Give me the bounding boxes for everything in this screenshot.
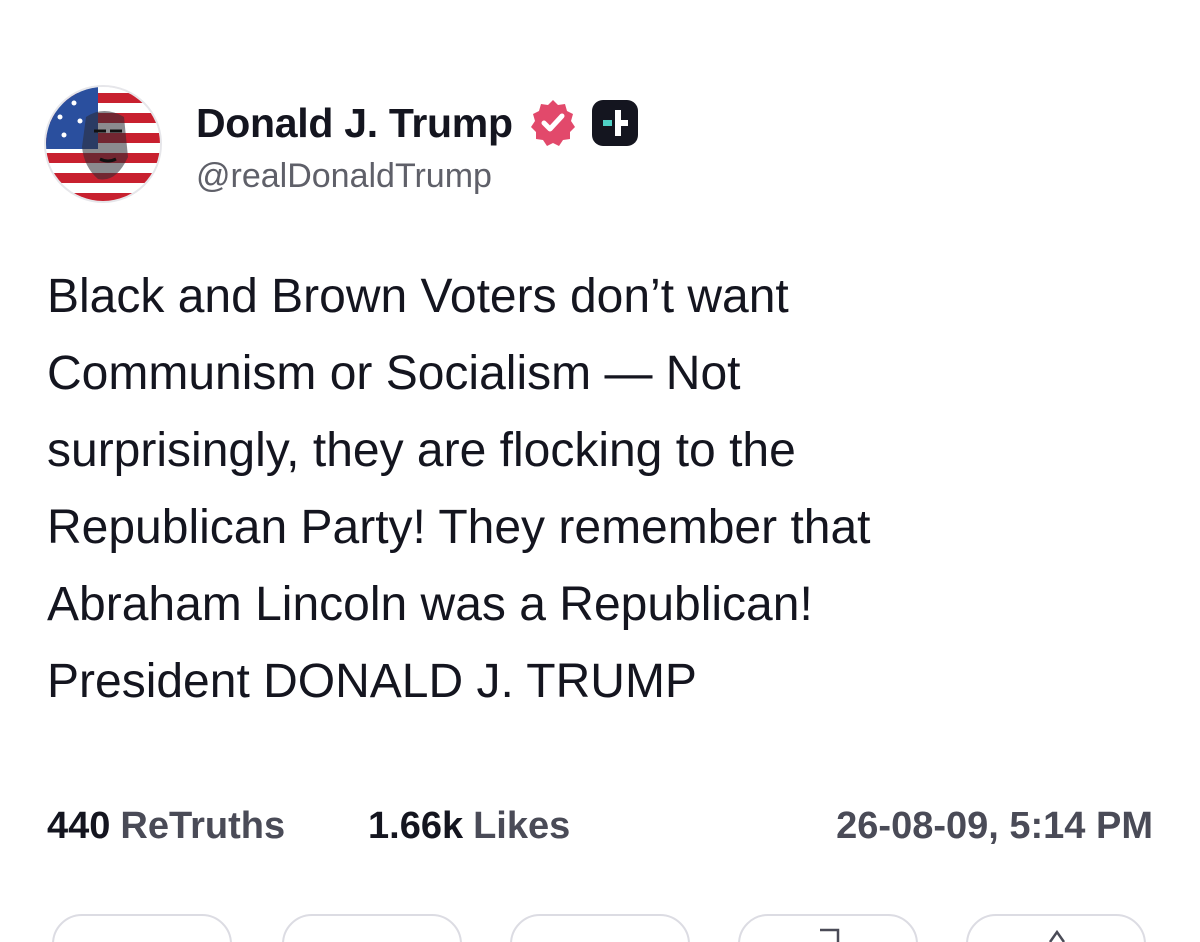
likes-count: 1.66k	[368, 805, 464, 847]
bookmark-button[interactable]	[738, 914, 918, 942]
retruth-icon	[358, 928, 388, 942]
post-timestamp: 26-08-09, 5:14 PM	[836, 805, 1153, 847]
post-stats: 440 ReTruths 1.66k Likes 26-08-09, 5:14 PM	[47, 805, 1153, 857]
likes-label: Likes	[473, 805, 571, 847]
retruths-label: ReTruths	[120, 805, 286, 847]
reply-button[interactable]	[52, 914, 232, 942]
author-name-row: Donald J. Trump	[196, 97, 641, 149]
share-button[interactable]	[966, 914, 1146, 942]
like-button[interactable]	[510, 914, 690, 942]
retruth-button[interactable]	[282, 914, 462, 942]
retruths-count: 440	[47, 805, 111, 847]
author-handle[interactable]: @realDonaldTrump	[196, 157, 492, 196]
flag-portrait-avatar-icon	[46, 87, 160, 201]
post-view: Donald J. Trump @realDonaldTrump Black a…	[0, 0, 1200, 942]
author-display-name[interactable]: Donald J. Trump	[196, 100, 513, 147]
verified-badge-icon	[527, 97, 579, 149]
like-icon	[586, 928, 616, 942]
reply-icon	[128, 928, 158, 942]
share-icon	[1042, 928, 1072, 942]
bookmark-icon	[814, 928, 844, 942]
action-bar	[0, 900, 1200, 942]
post-text: Black and Brown Voters don’t want Commun…	[47, 270, 871, 708]
avatar[interactable]	[44, 85, 162, 203]
retruths-stat[interactable]: 440 ReTruths	[47, 805, 285, 848]
plus-badge-icon	[589, 97, 641, 149]
likes-stat[interactable]: 1.66k Likes	[368, 805, 570, 848]
